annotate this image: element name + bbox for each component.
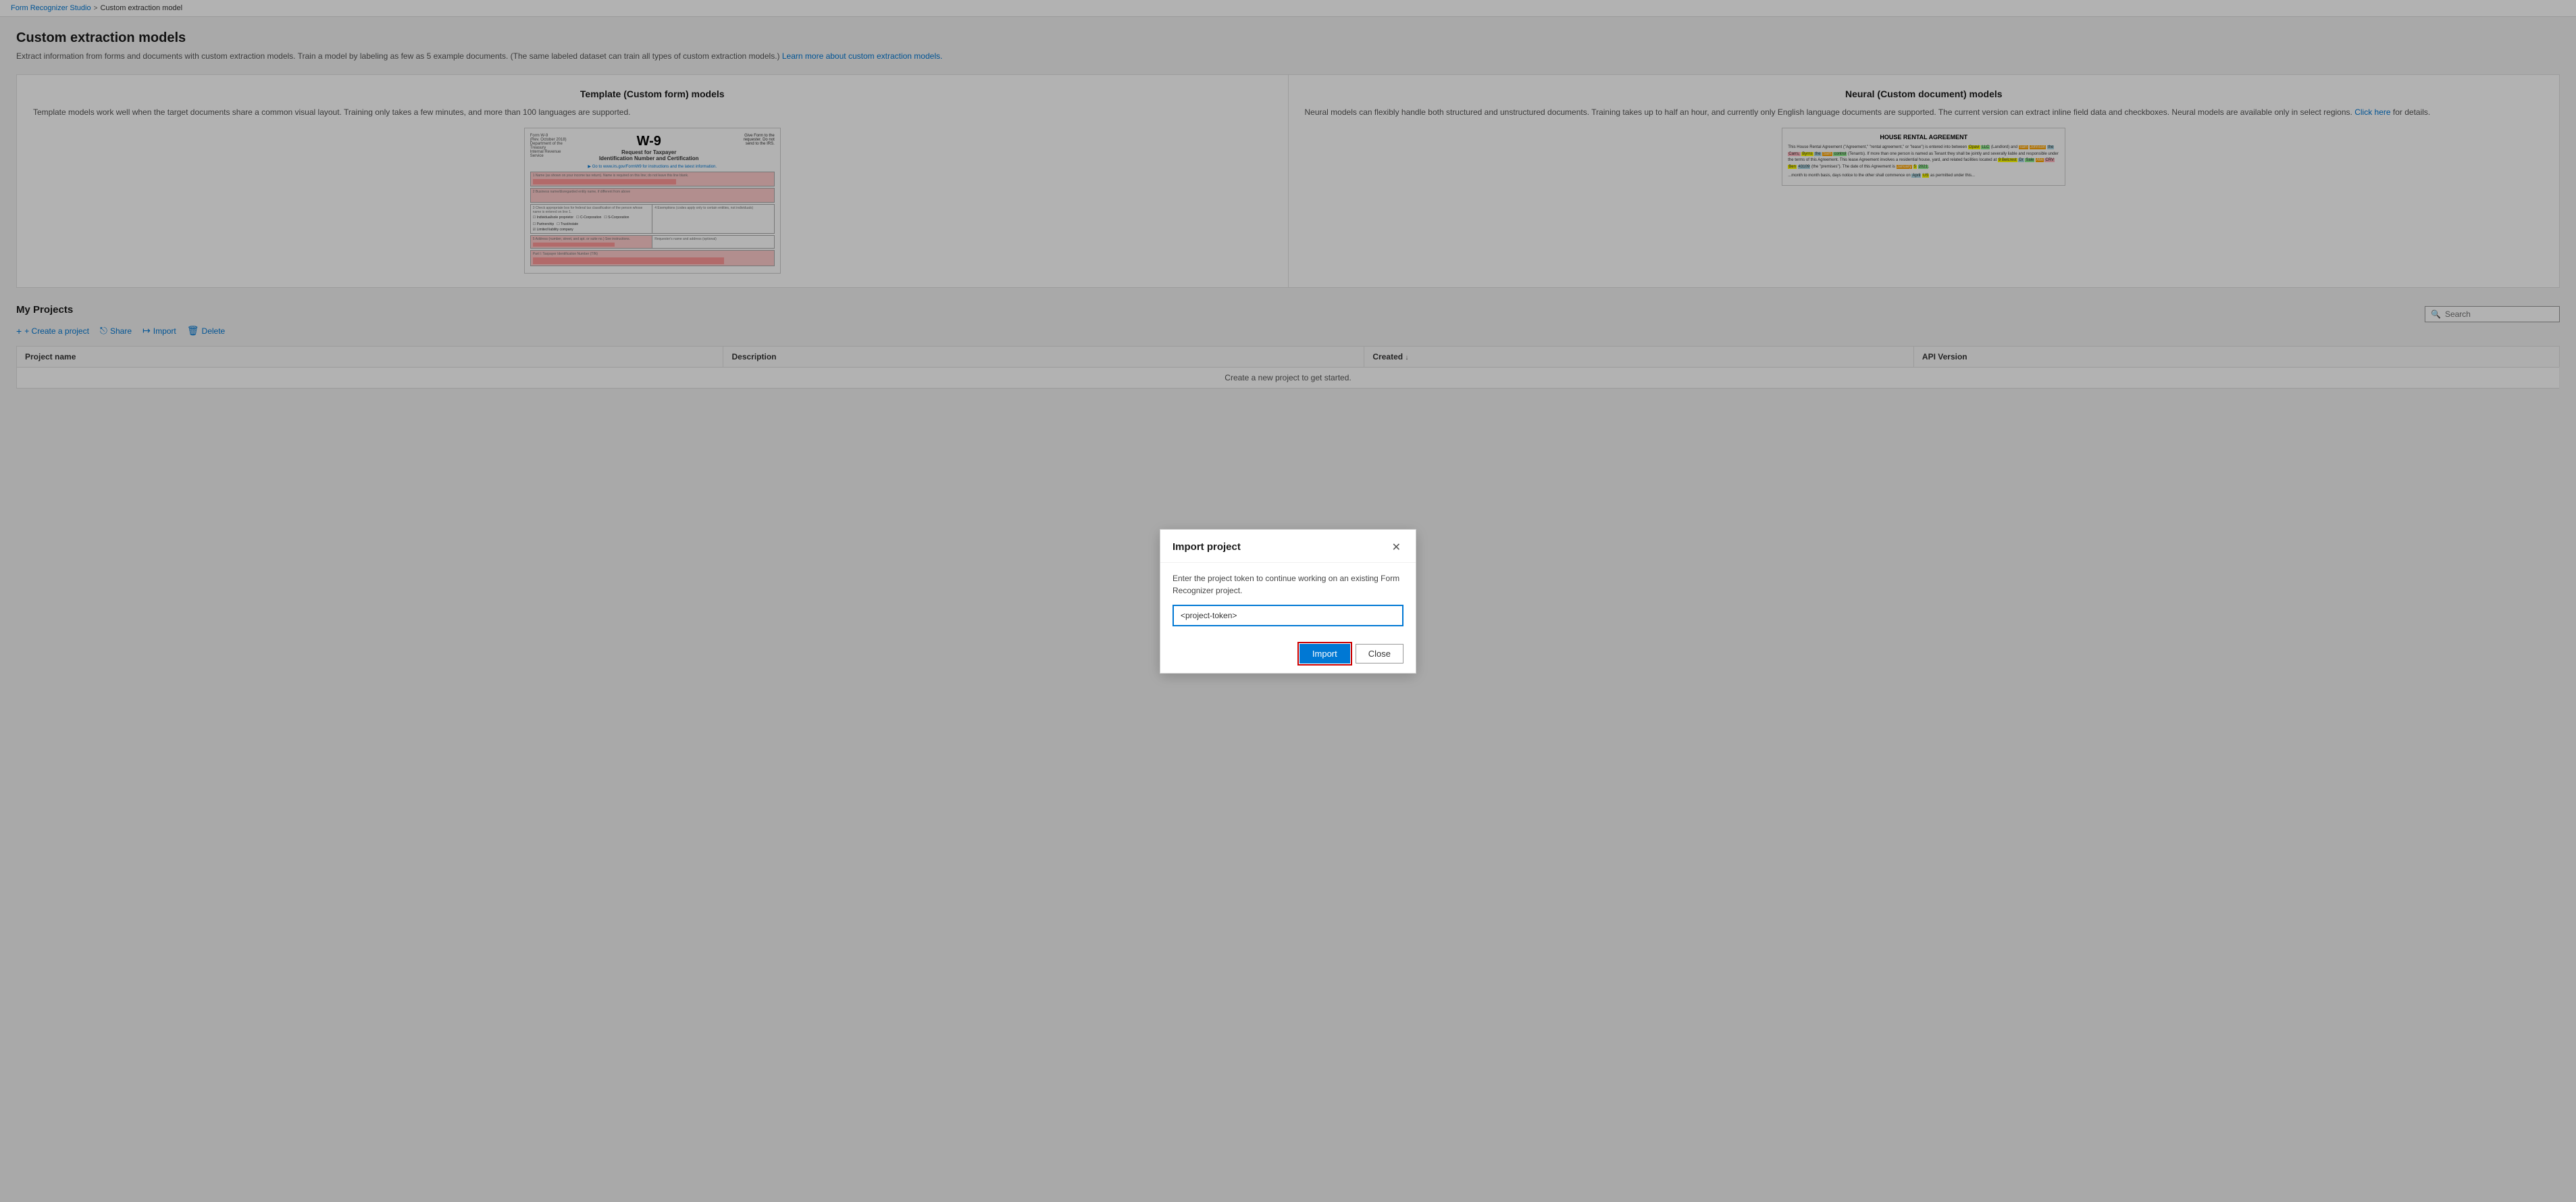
dialog-header: Import project ✕	[1160, 530, 1416, 563]
import-dialog: Import project ✕ Enter the project token…	[1160, 529, 1416, 674]
import-confirm-button[interactable]: Import	[1299, 644, 1350, 663]
project-token-input[interactable]	[1173, 605, 1403, 626]
close-dialog-button[interactable]: Close	[1356, 644, 1403, 663]
dialog-title: Import project	[1173, 541, 1241, 553]
dialog-close-button[interactable]: ✕	[1389, 539, 1403, 555]
dialog-description: Enter the project token to continue work…	[1173, 572, 1403, 597]
dialog-body: Enter the project token to continue work…	[1160, 563, 1416, 636]
dialog-footer: Import Close	[1160, 636, 1416, 673]
dialog-overlay: Import project ✕ Enter the project token…	[0, 0, 2576, 1202]
